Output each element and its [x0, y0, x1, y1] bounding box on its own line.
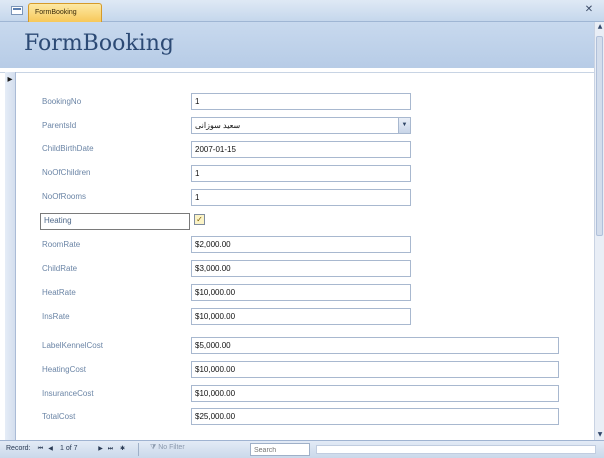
childbirthdate-field[interactable]: 2007-01-15 [191, 141, 411, 158]
label-totalcost: TotalCost [42, 412, 76, 421]
parentsid-combo[interactable]: سعيد سوزانى ▼ [191, 117, 411, 134]
previous-record-icon[interactable]: ◀ [46, 444, 55, 454]
label-labelkennelcost: LabelKennelCost [42, 341, 103, 350]
label-heatrate: HeatRate [42, 288, 76, 297]
record-selector[interactable]: ▸ [5, 72, 16, 440]
scroll-up-icon[interactable]: ▲ [595, 22, 604, 32]
scroll-thumb[interactable] [596, 36, 603, 236]
insrate-field[interactable]: $10,000.00 [191, 308, 411, 325]
search-input[interactable] [250, 443, 310, 456]
heating-checkbox[interactable]: ✓ [194, 214, 205, 225]
record-label: Record: [6, 445, 31, 452]
new-record-icon[interactable]: ✱ [118, 444, 127, 454]
vertical-scrollbar[interactable]: ▲ ▼ [594, 22, 604, 440]
label-insurancecost: InsuranceCost [42, 389, 94, 398]
roomrate-field[interactable]: $2,000.00 [191, 236, 411, 253]
form-icon [11, 6, 23, 15]
filter-icon: ⧩ [150, 444, 157, 451]
chevron-down-icon[interactable]: ▼ [398, 118, 410, 133]
labelkennelcost-field[interactable]: $5,000.00 [191, 337, 559, 354]
scroll-down-icon[interactable]: ▼ [595, 430, 604, 440]
document-tab-bar: FormBooking ✕ [0, 0, 604, 22]
insurancecost-field[interactable]: $10,000.00 [191, 385, 559, 402]
label-childbirthdate: ChildBirthDate [42, 144, 94, 153]
record-position[interactable]: 1 of 7 [60, 445, 78, 452]
first-record-icon[interactable]: ⏮ [36, 444, 45, 454]
label-noofrooms: NoOfRooms [42, 192, 87, 201]
label-noofchildren: NoOfChildren [42, 168, 91, 177]
heatingcost-field[interactable]: $10,000.00 [191, 361, 559, 378]
bookingno-field[interactable]: 1 [191, 93, 411, 110]
label-bookingno: BookingNo [42, 97, 82, 106]
noofchildren-field[interactable]: 1 [191, 165, 411, 182]
childrate-field[interactable]: $3,000.00 [191, 260, 411, 277]
noofrooms-field[interactable]: 1 [191, 189, 411, 206]
nav-separator [138, 443, 139, 456]
current-record-icon: ▸ [7, 74, 13, 85]
label-heatingcost: HeatingCost [42, 365, 87, 374]
filter-label: No Filter [158, 444, 185, 451]
horizontal-scrollbar[interactable] [316, 445, 596, 454]
label-roomrate: RoomRate [42, 240, 81, 249]
close-icon[interactable]: ✕ [583, 4, 595, 16]
label-childrate: ChildRate [42, 264, 78, 273]
label-heating: Heating [40, 213, 190, 230]
label-insrate: InsRate [42, 312, 70, 321]
tab-formbooking[interactable]: FormBooking [28, 3, 102, 22]
parentsid-value: سعيد سوزانى [195, 121, 241, 130]
filter-status[interactable]: ⧩ No Filter [150, 444, 185, 452]
form-header: FormBooking [0, 22, 604, 70]
last-record-icon[interactable]: ⏭ [106, 444, 115, 454]
label-parentsid: ParentsId [42, 121, 77, 130]
page-title: FormBooking [24, 31, 174, 56]
access-form-window: FormBooking ✕ FormBooking ▸ ▲ ▼ BookingN… [0, 0, 604, 458]
heatrate-field[interactable]: $10,000.00 [191, 284, 411, 301]
form-detail: BookingNo 1 ParentsId سعيد سوزانى ▼ Chil… [16, 73, 592, 440]
totalcost-field[interactable]: $25,000.00 [191, 408, 559, 425]
next-record-icon[interactable]: ▶ [96, 444, 105, 454]
record-navigation-bar: Record: ⏮ ◀ 1 of 7 ▶ ⏭ ✱ ⧩ No Filter [0, 440, 604, 458]
